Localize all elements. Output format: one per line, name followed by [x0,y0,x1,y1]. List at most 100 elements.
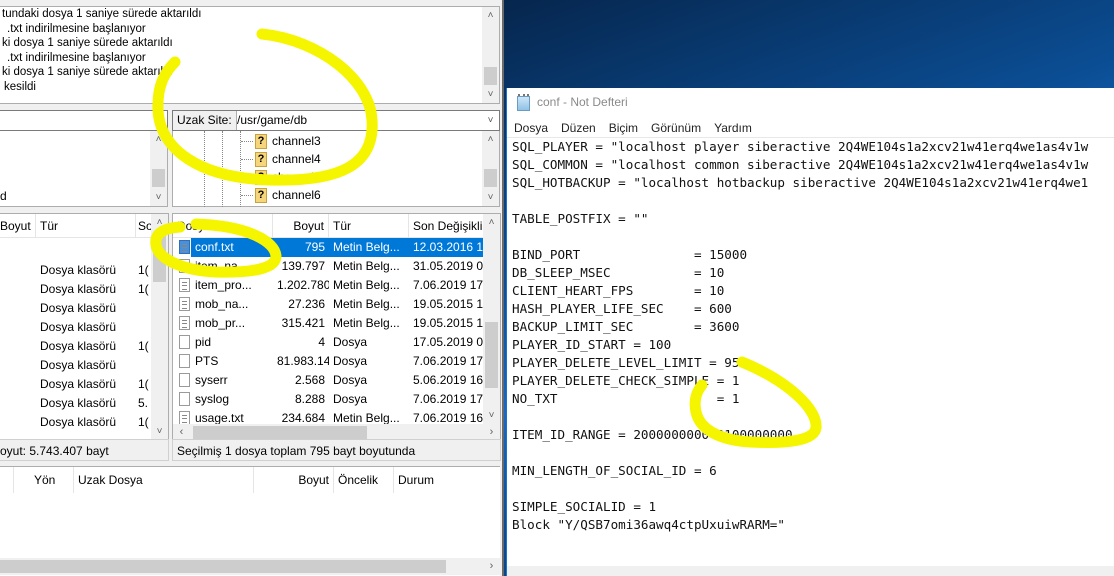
column-header-type[interactable]: Tür [36,214,136,238]
local-site-combobox[interactable]: ˅ [0,110,168,131]
local-tree-scrollbar[interactable]: ˄ ˅ [150,131,167,206]
cell-name: syserr [195,373,228,387]
local-file-row[interactable]: Dosya klasörü [0,299,168,318]
remote-file-row[interactable]: PTS 81.983.143 Dosya 7.06.2019 17:1 [173,352,500,371]
local-file-row[interactable]: Dosya klasörü 5. [0,394,168,413]
column-header-modified[interactable]: Son Değişiklik [409,214,485,238]
remote-site-combobox[interactable]: Uzak Site: /usr/game/db ˅ [172,110,500,131]
remote-file-row[interactable]: mob_na... 27.236 Metin Belg... 19.05.2015 1… [173,295,500,314]
remote-file-list[interactable]: Dosya Adı Boyut Tür Son Değişiklik conf.… [172,213,501,441]
remote-file-row[interactable]: syslog 8.288 Dosya 7.06.2019 17:1 [173,390,500,409]
cell-modified: 7.06.2019 17:1 [413,278,485,292]
cell-modified: 31.05.2019 01: [413,259,485,273]
editor-hscrollbar[interactable] [507,566,1114,576]
scroll-thumb[interactable] [484,67,497,85]
menu-help[interactable]: Yardım [707,119,758,138]
tree-node-channel6[interactable]: ? channel6 [241,186,321,204]
scroll-up-icon[interactable]: ˄ [482,7,499,24]
cell-modified [136,318,152,337]
scroll-right-icon[interactable]: › [483,558,500,575]
column-header-direction[interactable]: Yön [14,467,74,493]
remote-tree-scrollbar[interactable]: ˄ ˅ [482,131,499,206]
transfer-queue[interactable]: Yön Uzak Dosya Boyut Öncelik Durum › [0,466,500,576]
scroll-thumb[interactable] [193,426,367,439]
cell-type: Dosya klasörü [40,358,117,372]
column-header-priority[interactable]: Öncelik [334,467,394,493]
text-editor[interactable]: SQL_PLAYER = "localhost player siberacti… [512,138,1112,568]
queue-hscrollbar[interactable]: › [0,558,500,575]
column-header-name[interactable]: Dosya Adı [173,214,273,238]
scroll-down-icon[interactable]: ˅ [482,86,499,103]
local-list-scrollbar[interactable]: ˄ ˅ [151,214,168,440]
local-file-row[interactable]: Dosya klasörü 1( [0,413,168,432]
filezilla-window: tundaki dosya 1 saniye sürede aktarıldı … [0,0,504,576]
local-file-row[interactable]: Dosya klasörü 1( [0,375,168,394]
remote-directory-tree[interactable]: ? channel3 ? channel4 ? channel5 ? channel6 … [172,131,500,207]
tree-node-channel5[interactable]: ? channel5 [241,168,321,186]
menu-edit[interactable]: Düzen [554,119,602,138]
local-file-row[interactable]: Dosya klasörü 1( [0,261,168,280]
log-scrollbar[interactable]: ˄ ˅ [482,7,499,103]
menu-bar: Dosya Düzen Biçim Görünüm Yardım [507,119,1114,138]
scroll-down-icon[interactable]: ˅ [483,407,500,424]
scroll-thumb[interactable] [0,560,446,573]
remote-site-path[interactable]: /usr/game/db [237,111,307,130]
remote-file-row[interactable]: conf.txt 795 Metin Belg... 12.03.2016 17: [173,238,500,257]
local-directory-tree[interactable]: d ˄ ˅ [0,131,168,207]
column-header-size[interactable]: Boyut [254,467,334,493]
scroll-up-icon[interactable]: ˄ [482,131,499,148]
remote-file-row[interactable]: item_pro... 1.202.780 Metin Belg... 7.06.20… [173,276,500,295]
remote-file-row[interactable]: mob_pr... 315.421 Metin Belg... 19.05.2015 … [173,314,500,333]
local-file-row[interactable]: Dosya klasörü 1( [0,337,168,356]
menu-file[interactable]: Dosya [507,119,554,138]
local-file-list[interactable]: Boyut Tür So Dosya klasörü 1(Dosya klasör… [0,213,169,461]
local-file-row[interactable]: Dosya klasörü [0,356,168,375]
tree-node-fragment[interactable]: d [0,189,7,203]
scroll-thumb[interactable] [484,169,497,187]
cell-size: 315.421 [281,316,325,330]
local-file-row[interactable]: Dosya klasörü [0,318,168,337]
menu-format[interactable]: Biçim [602,119,644,138]
text-file-icon [179,316,190,330]
local-file-row[interactable]: Dosya klasörü 1( [0,280,168,299]
remote-file-row[interactable]: syserr 2.568 Dosya 5.06.2019 16:3 [173,371,500,390]
column-header-remote-file[interactable]: Uzak Dosya [74,467,254,493]
cell-type: Dosya klasörü [40,320,117,334]
scroll-down-icon[interactable]: ˅ [482,189,499,206]
menu-view[interactable]: Görünüm [644,119,707,138]
chevron-down-icon[interactable]: ˅ [150,111,167,130]
scroll-down-icon[interactable]: ˅ [151,423,168,440]
text-line: ITEM_ID_RANGE = 2000000000 2100000000 [512,427,793,442]
column-header-status[interactable]: Durum [394,467,494,493]
text-line: DB_SLEEP_MSEC = 10 [512,265,725,280]
scroll-down-icon[interactable]: ˅ [150,189,167,206]
chevron-down-icon[interactable]: ˅ [482,111,499,130]
notepad-icon [517,94,530,111]
text-file-icon [179,240,190,254]
scroll-thumb[interactable] [152,169,165,187]
remote-file-row[interactable]: item_na... 139.797 Metin Belg... 31.05.2019… [173,257,500,276]
scroll-up-icon[interactable]: ˄ [151,214,168,231]
scroll-thumb[interactable] [485,322,498,388]
text-line [512,228,1112,246]
local-file-row[interactable] [0,242,168,261]
column-header-local[interactable] [0,467,14,493]
scroll-thumb[interactable] [153,234,166,282]
cell-name: PTS [195,354,219,368]
text-line [512,444,1112,462]
tree-guide-line [222,131,223,207]
notepad-titlebar[interactable]: conf - Not Defteri [507,88,1114,118]
tree-node-channel4[interactable]: ? channel4 [241,150,321,168]
column-header-size[interactable]: Boyut [0,214,36,238]
remote-list-scrollbar[interactable]: ˄ ˅ [483,214,500,424]
tree-node-channel3[interactable]: ? channel3 [241,132,321,150]
column-header-size[interactable]: Boyut [273,214,329,238]
file-icon [179,335,190,349]
remote-file-row[interactable]: pid 4 Dosya 17.05.2019 05: [173,333,500,352]
cell-type [36,242,136,261]
scroll-up-icon[interactable]: ˄ [150,131,167,148]
scroll-up-icon[interactable]: ˄ [483,214,500,231]
local-list-header: Boyut Tür So [0,214,168,238]
cell-modified: 1( [138,282,149,296]
column-header-type[interactable]: Tür [329,214,409,238]
